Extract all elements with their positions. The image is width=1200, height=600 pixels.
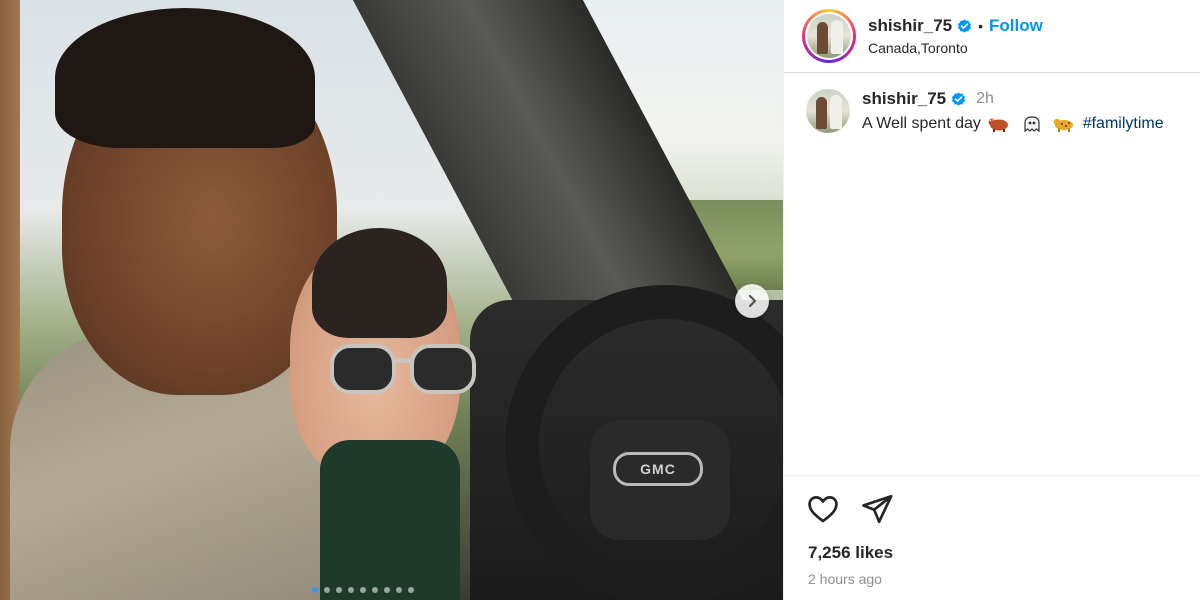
carousel-dot — [312, 587, 318, 593]
carousel-dot — [408, 587, 414, 593]
carousel-dot — [324, 587, 330, 593]
post-location[interactable]: Canada,Toronto — [868, 40, 1043, 56]
header-separator: • — [978, 18, 984, 34]
caption: shishir_75 2h A Well spent day #familyti… — [784, 73, 1200, 133]
ox-emoji-icon — [988, 117, 1009, 132]
photo-child-shirt — [320, 440, 460, 600]
carousel-dot — [396, 587, 402, 593]
carousel-dot — [360, 587, 366, 593]
story-ring[interactable] — [802, 9, 856, 63]
post-side-panel: shishir_75 • Follow Canada,Toronto shish… — [783, 0, 1200, 600]
caption-hashtag[interactable]: #familytime — [1083, 115, 1164, 132]
caption-body: A Well spent day #familytime — [862, 115, 1164, 133]
caption-username[interactable]: shishir_75 — [862, 89, 946, 109]
posted-time[interactable]: 2 hours ago — [808, 571, 882, 587]
heart-icon[interactable] — [806, 492, 840, 526]
avatar — [807, 14, 851, 58]
carousel-dot — [384, 587, 390, 593]
carousel-dot — [372, 587, 378, 593]
follow-button[interactable]: Follow — [989, 16, 1043, 36]
caption-avatar[interactable] — [806, 89, 850, 133]
chevron-right-icon — [748, 294, 757, 308]
verified-badge-icon — [952, 91, 966, 106]
ghost-emoji-icon — [1024, 116, 1040, 132]
post-media[interactable]: GMC — [0, 0, 783, 600]
post-header: shishir_75 • Follow Canada,Toronto — [784, 0, 1200, 73]
photo-child-sunglasses — [330, 344, 476, 394]
photo-man-hair — [55, 8, 315, 148]
photo-child-hair — [312, 228, 447, 338]
carousel-next-button[interactable] — [735, 284, 769, 318]
carousel-indicator — [312, 587, 414, 593]
likes-count[interactable]: 7,256 likes — [808, 543, 893, 563]
post-actions — [806, 492, 894, 526]
carousel-dot — [336, 587, 342, 593]
photo-vehicle-badge: GMC — [613, 452, 703, 486]
verified-badge-icon — [958, 18, 972, 33]
header-username[interactable]: shishir_75 — [868, 16, 952, 36]
caption-text: A Well spent day — [862, 115, 981, 132]
paper-plane-icon[interactable] — [860, 492, 894, 526]
actions-divider — [784, 475, 1200, 476]
leopard-emoji-icon — [1054, 118, 1074, 132]
carousel-dot — [348, 587, 354, 593]
caption-time[interactable]: 2h — [976, 90, 994, 108]
